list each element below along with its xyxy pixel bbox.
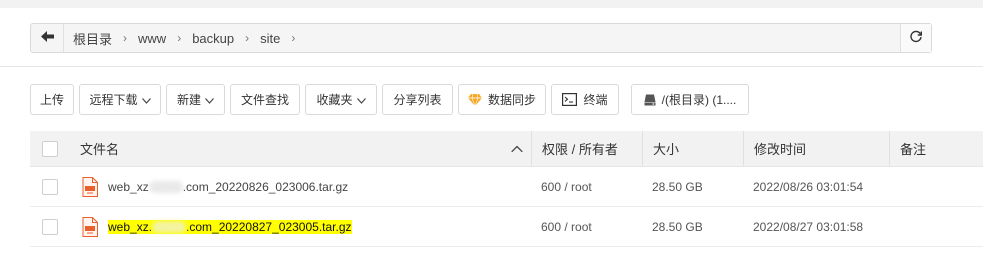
terminal-label: 终端 — [583, 93, 608, 107]
row-perm[interactable]: 600 / root — [531, 167, 642, 206]
header-name-label: 文件名 — [80, 142, 120, 157]
data-sync-label: 数据同步 — [487, 93, 536, 107]
table-header: 文件名 权限 / 所有者 大小 修改时间 备注 — [30, 131, 983, 167]
remote-download-label: 远程下载 — [89, 93, 138, 107]
favorites-label: 收藏夹 — [316, 93, 353, 107]
refresh-icon — [909, 30, 923, 47]
row-mtime: 2022/08/26 03:01:54 — [753, 179, 864, 194]
file-name-suffix: .com_20220827_023005.tar.gz — [186, 219, 352, 234]
row-size: 28.50 GB — [652, 179, 703, 194]
header-size[interactable]: 大小 — [642, 131, 743, 166]
table-row[interactable]: web_xz. .com_20220827_023005.tar.gz 600 … — [30, 207, 983, 247]
file-name[interactable]: web_xz .com_20220826_023006.tar.gz — [108, 180, 348, 194]
row-checkbox[interactable] — [42, 218, 58, 235]
breadcrumb-backup[interactable]: backup — [192, 31, 234, 46]
terminal-button[interactable]: 终端 — [551, 84, 619, 115]
file-search-label: 文件查找 — [240, 93, 289, 107]
chevron-down-icon — [141, 93, 151, 107]
disk-button[interactable]: /(根目录) (1.... — [631, 84, 749, 115]
file-name-prefix: web_xz — [108, 179, 149, 194]
path-bar: 根目录 › www › backup › site › — [30, 23, 932, 53]
breadcrumb-site[interactable]: site — [260, 31, 280, 46]
header-name[interactable]: 文件名 — [70, 131, 531, 166]
file-name-prefix: web_xz. — [108, 219, 153, 234]
file-name-suffix: .com_20220826_023006.tar.gz — [182, 179, 349, 194]
header-mtime[interactable]: 修改时间 — [743, 131, 889, 166]
row-mtime: 2022/08/27 03:01:58 — [753, 219, 864, 234]
chevron-down-icon — [356, 93, 366, 107]
file-name-highlighted[interactable]: web_xz. .com_20220827_023005.tar.gz — [108, 219, 352, 234]
archive-file-icon — [82, 216, 100, 237]
row-check-cell — [30, 218, 70, 235]
header-size-label: 大小 — [653, 142, 680, 157]
refresh-button[interactable] — [900, 24, 931, 52]
header-perm-label: 权限 / 所有者 — [542, 142, 618, 157]
row-note[interactable] — [889, 167, 983, 206]
row-name-cell: web_xz. .com_20220827_023005.tar.gz — [70, 207, 531, 246]
data-sync-button[interactable]: 数据同步 — [458, 84, 546, 115]
upload-button[interactable]: 上传 — [30, 84, 74, 115]
archive-file-icon — [82, 176, 100, 197]
upload-label: 上传 — [39, 93, 64, 107]
disk-icon — [644, 94, 656, 106]
new-label: 新建 — [176, 93, 201, 107]
terminal-icon — [562, 93, 578, 106]
header-mtime-label: 修改时间 — [754, 142, 807, 157]
sort-up-icon[interactable] — [511, 145, 523, 152]
redacted-segment — [152, 220, 187, 233]
row-perm[interactable]: 600 / root — [531, 207, 642, 246]
select-all-checkbox[interactable] — [42, 140, 58, 157]
chevron-down-icon — [205, 93, 214, 107]
top-strip — [0, 0, 983, 8]
share-list-label: 分享列表 — [393, 93, 442, 107]
new-button[interactable]: 新建 — [166, 84, 225, 115]
chevron-right-icon: › — [123, 31, 128, 45]
chevron-right-icon: › — [291, 31, 296, 45]
redacted-segment — [148, 180, 183, 193]
arrow-left-icon — [40, 31, 54, 45]
toolbar: 上传 远程下载 新建 文件查找 收藏夹 分享列表 数据同步 终端 /(根目录) … — [30, 84, 754, 115]
back-button[interactable] — [31, 24, 64, 52]
breadcrumb: 根目录 › www › backup › site › — [64, 29, 900, 48]
favorites-button[interactable]: 收藏夹 — [305, 84, 377, 115]
breadcrumb-root[interactable]: 根目录 — [73, 29, 112, 48]
chevron-right-icon: › — [177, 31, 182, 45]
file-search-button[interactable]: 文件查找 — [230, 84, 300, 115]
row-size: 28.50 GB — [652, 219, 703, 234]
remote-download-button[interactable]: 远程下载 — [79, 84, 161, 115]
share-list-button[interactable]: 分享列表 — [382, 84, 453, 115]
header-note-label: 备注 — [900, 142, 927, 157]
header-perm[interactable]: 权限 / 所有者 — [531, 131, 642, 166]
divider — [0, 66, 983, 67]
header-check-cell — [30, 140, 70, 157]
row-name-cell: web_xz .com_20220826_023006.tar.gz — [70, 167, 531, 206]
file-table: 文件名 权限 / 所有者 大小 修改时间 备注 web_xz .com_2022… — [30, 131, 983, 247]
disk-label: /(根目录) (1.... — [661, 93, 737, 107]
table-row[interactable]: web_xz .com_20220826_023006.tar.gz 600 /… — [30, 167, 983, 207]
header-note: 备注 — [889, 131, 983, 166]
breadcrumb-www[interactable]: www — [138, 31, 166, 46]
row-checkbox[interactable] — [42, 178, 58, 195]
row-check-cell — [30, 178, 70, 195]
chevron-right-icon: › — [245, 31, 250, 45]
row-note[interactable] — [889, 207, 983, 246]
diamond-icon — [467, 93, 482, 106]
